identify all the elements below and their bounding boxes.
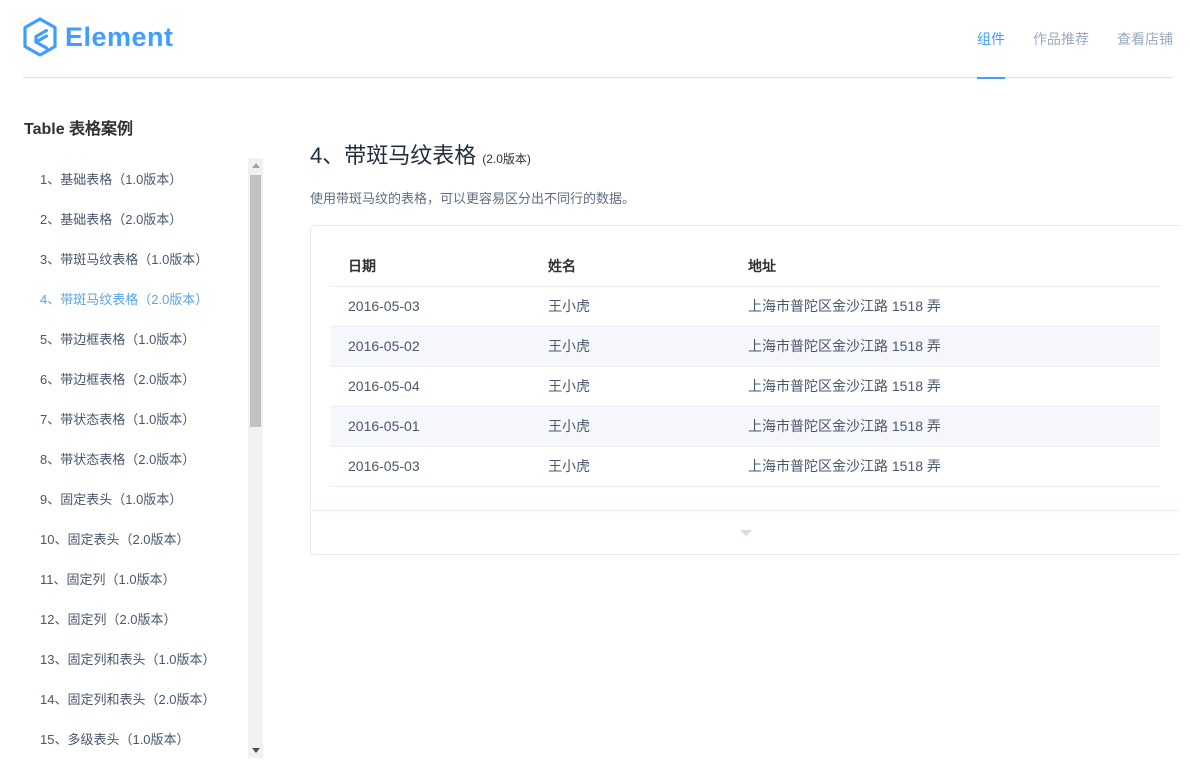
sidebar-item-12[interactable]: 12、固定列（2.0版本） bbox=[24, 600, 263, 640]
table-cell: 上海市普陀区金沙江路 1518 弄 bbox=[730, 286, 1160, 327]
caret-down-icon bbox=[739, 529, 752, 536]
table-cell: 王小虎 bbox=[530, 406, 730, 447]
table-header-cell: 地址 bbox=[730, 246, 1160, 287]
table-row[interactable]: 2016-05-03 王小虎 上海市普陀区金沙江路 1518 弄 bbox=[330, 446, 1160, 487]
table-header-cell: 姓名 bbox=[530, 246, 730, 287]
demo-block: 日期 姓名 地址 2016-05-03 王小虎 上海市普陀区金沙江路 1518 弄 201… bbox=[310, 225, 1180, 555]
nav-item-1[interactable]: 作品推荐 bbox=[1033, 0, 1089, 78]
sidebar-item-15[interactable]: 15、多级表头（1.0版本） bbox=[24, 720, 263, 758]
page-description: 使用带斑马纹的表格，可以更容易区分出不同行的数据。 bbox=[310, 191, 636, 206]
nav-item-0[interactable]: 组件 bbox=[977, 0, 1005, 79]
sidebar-item-6[interactable]: 6、带边框表格（2.0版本） bbox=[24, 360, 263, 400]
demo-expand-toggle[interactable] bbox=[311, 510, 1180, 554]
sidebar: 1、基础表格（1.0版本） 2、基础表格（2.0版本） 3、带斑马纹表格（1.0版本… bbox=[24, 158, 263, 758]
table-cell: 上海市普陀区金沙江路 1518 弄 bbox=[730, 326, 1160, 367]
sidebar-item-5[interactable]: 5、带边框表格（1.0版本） bbox=[24, 320, 263, 360]
nav-item-2[interactable]: 查看店铺 bbox=[1117, 0, 1173, 78]
sidebar-item-9[interactable]: 9、固定表头（1.0版本） bbox=[24, 480, 263, 520]
sidebar-item-1[interactable]: 1、基础表格（1.0版本） bbox=[24, 160, 263, 200]
table-cell: 上海市普陀区金沙江路 1518 弄 bbox=[730, 366, 1160, 407]
table-cell: 2016-05-01 bbox=[330, 406, 530, 447]
triangle-down-icon bbox=[251, 748, 260, 753]
element-hexagon-logo-icon bbox=[23, 17, 57, 57]
scroll-down-button[interactable] bbox=[248, 743, 263, 758]
table-row[interactable]: 2016-05-02 王小虎 上海市普陀区金沙江路 1518 弄 bbox=[330, 326, 1160, 367]
sidebar-title: Table 表格案例 bbox=[24, 121, 134, 138]
scroll-thumb[interactable] bbox=[250, 175, 261, 427]
logo-text: Element bbox=[65, 22, 174, 52]
page-title: 4、带斑马纹表格 (2.0版本) bbox=[310, 138, 531, 170]
sidebar-item-7[interactable]: 7、带状态表格（1.0版本） bbox=[24, 400, 263, 440]
table-cell: 王小虎 bbox=[530, 446, 730, 487]
table-cell: 2016-05-03 bbox=[330, 286, 530, 327]
logo[interactable]: Element bbox=[23, 17, 174, 57]
triangle-up-icon bbox=[251, 163, 260, 168]
table-header-cell: 日期 bbox=[330, 246, 530, 287]
sidebar-item-13[interactable]: 13、固定列和表头（1.0版本） bbox=[24, 640, 263, 680]
sidebar-item-10[interactable]: 10、固定表头（2.0版本） bbox=[24, 520, 263, 560]
sidebar-item-2[interactable]: 2、基础表格（2.0版本） bbox=[24, 200, 263, 240]
sidebar-item-3[interactable]: 3、带斑马纹表格（1.0版本） bbox=[24, 240, 263, 280]
striped-table: 日期 姓名 地址 2016-05-03 王小虎 上海市普陀区金沙江路 1518 弄 201… bbox=[330, 246, 1160, 487]
scroll-up-button[interactable] bbox=[248, 158, 263, 173]
page-title-text: 4、带斑马纹表格 bbox=[310, 143, 477, 168]
page-title-version: (2.0版本) bbox=[482, 152, 531, 166]
table-cell: 王小虎 bbox=[530, 326, 730, 367]
sidebar-item-8[interactable]: 8、带状态表格（2.0版本） bbox=[24, 440, 263, 480]
table-cell: 王小虎 bbox=[530, 366, 730, 407]
header: Element 组件 作品推荐 查看店铺 bbox=[23, 0, 1173, 79]
table-cell: 上海市普陀区金沙江路 1518 弄 bbox=[730, 406, 1160, 447]
table-header-row: 日期 姓名 地址 bbox=[330, 246, 1160, 287]
table-cell: 2016-05-04 bbox=[330, 366, 530, 407]
table-row[interactable]: 2016-05-04 王小虎 上海市普陀区金沙江路 1518 弄 bbox=[330, 366, 1160, 407]
table-cell: 2016-05-03 bbox=[330, 446, 530, 487]
table-cell: 上海市普陀区金沙江路 1518 弄 bbox=[730, 446, 1160, 487]
table-cell: 2016-05-02 bbox=[330, 326, 530, 367]
page: Element 组件 作品推荐 查看店铺 Table 表格案例 1、基础表格（1.0… bbox=[0, 0, 1190, 768]
sidebar-item-4[interactable]: 4、带斑马纹表格（2.0版本） bbox=[24, 280, 263, 320]
sidebar-item-11[interactable]: 11、固定列（1.0版本） bbox=[24, 560, 263, 600]
table-row[interactable]: 2016-05-01 王小虎 上海市普陀区金沙江路 1518 弄 bbox=[330, 406, 1160, 447]
table-cell: 王小虎 bbox=[530, 286, 730, 327]
sidebar-item-14[interactable]: 14、固定列和表头（2.0版本） bbox=[24, 680, 263, 720]
sidebar-menu: 1、基础表格（1.0版本） 2、基础表格（2.0版本） 3、带斑马纹表格（1.0版本… bbox=[24, 160, 263, 758]
top-nav: 组件 作品推荐 查看店铺 bbox=[949, 0, 1173, 79]
sidebar-scrollbar[interactable] bbox=[248, 158, 263, 758]
table-row[interactable]: 2016-05-03 王小虎 上海市普陀区金沙江路 1518 弄 bbox=[330, 286, 1160, 327]
